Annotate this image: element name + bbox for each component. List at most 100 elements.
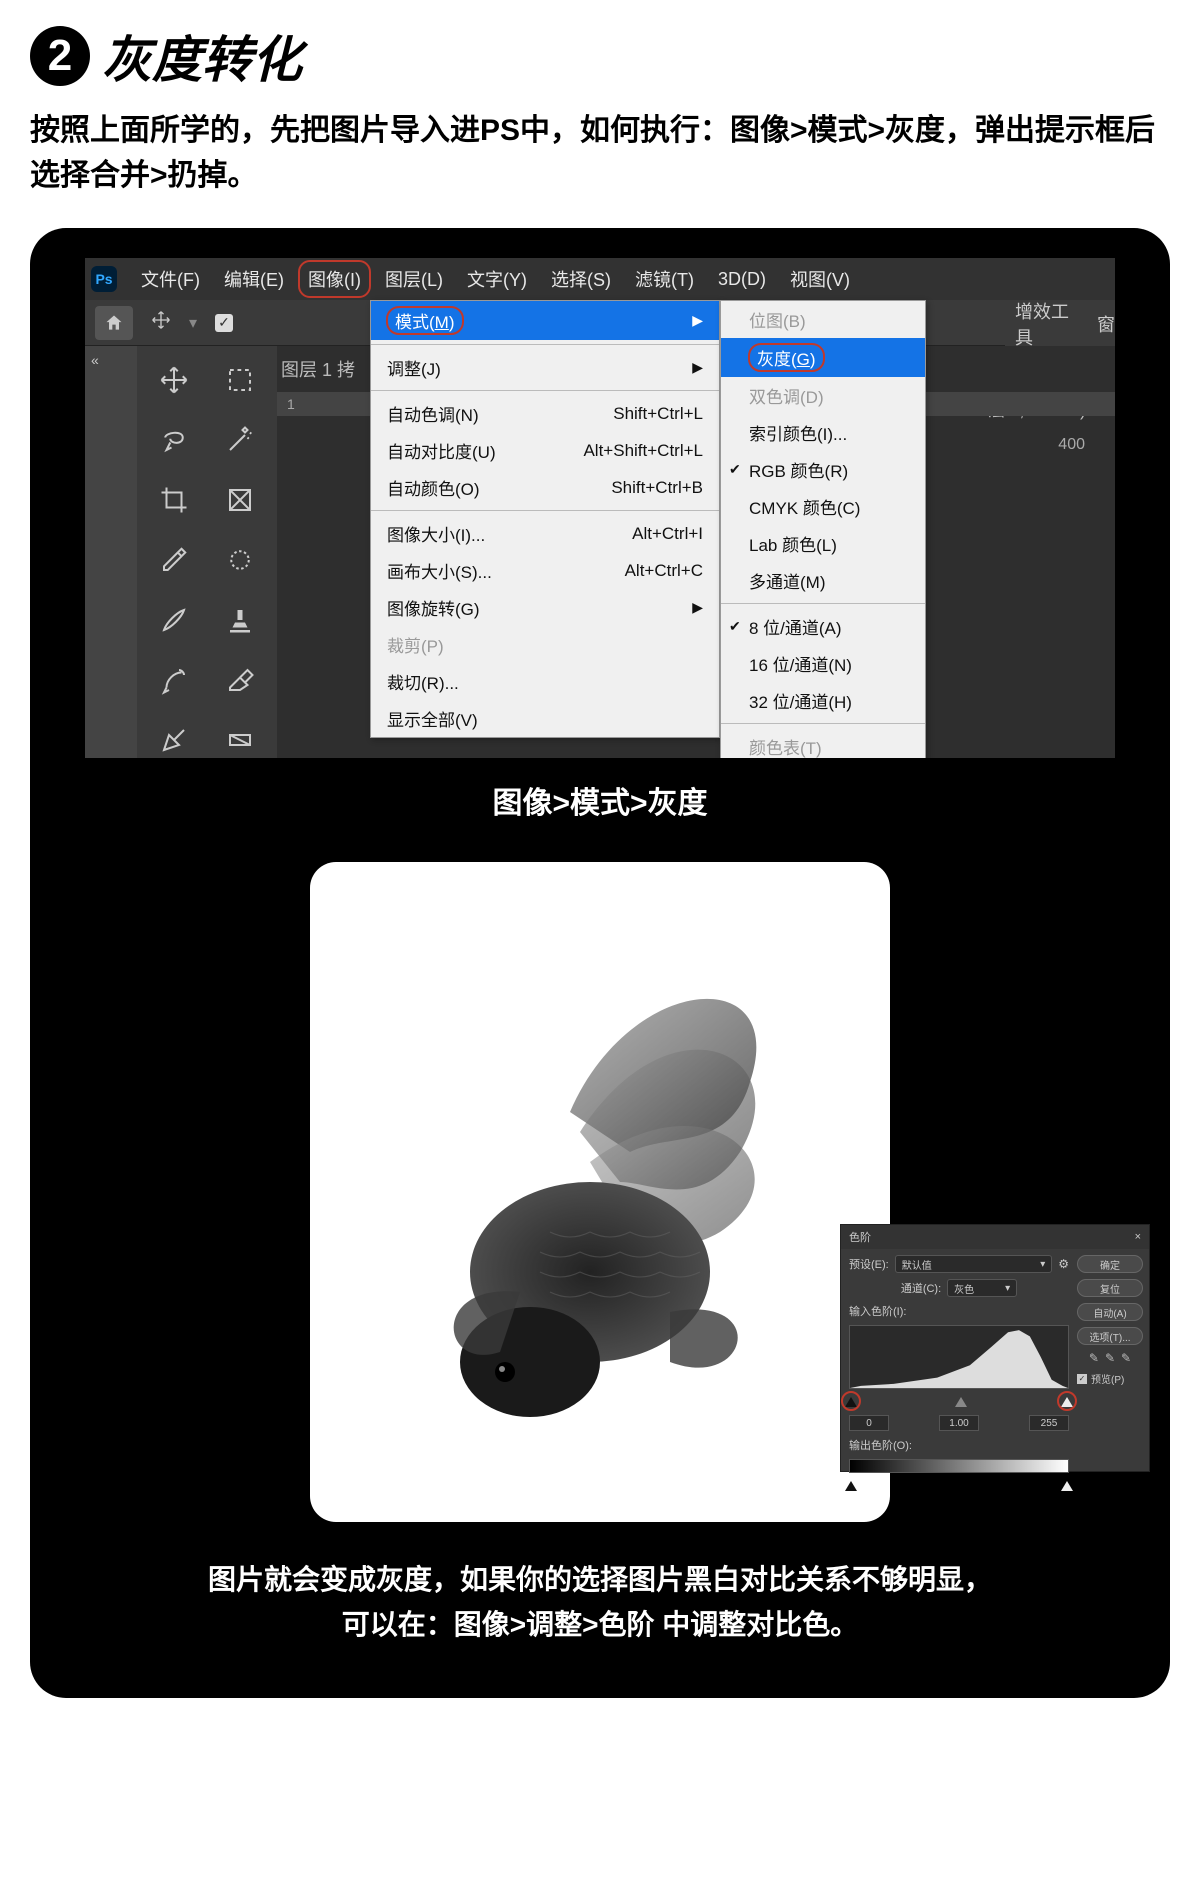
- menu-file[interactable]: 文件(F): [129, 258, 212, 300]
- document-tab[interactable]: 图层 1 拷: [281, 356, 355, 382]
- tool-crop[interactable]: [143, 472, 205, 528]
- mode-bitmap: 位图(B): [721, 301, 925, 338]
- tool-move[interactable]: [143, 352, 205, 408]
- menu-auto-tone-label: 自动色调(N): [387, 401, 479, 426]
- menu-separator: [721, 723, 925, 724]
- mode-grayscale-label: 灰度(G): [749, 344, 824, 371]
- tool-brush[interactable]: [143, 592, 205, 648]
- gear-icon[interactable]: ⚙: [1058, 1257, 1069, 1271]
- levels-preset-row: 预设(E): 默认值▾ ⚙: [849, 1255, 1069, 1273]
- result-image: [310, 862, 890, 1522]
- levels-preview-checkbox[interactable]: ✓ 预览(P): [1077, 1371, 1143, 1386]
- menu-reveal-all[interactable]: 显示全部(V): [371, 700, 719, 737]
- menu-canvas-size[interactable]: 画布大小(S)... Alt+Ctrl+C: [371, 552, 719, 589]
- menu-image-rotation-label: 图像旋转(G): [387, 595, 480, 620]
- step-header-section: 2 灰度转化 按照上面所学的，先把图片导入进PS中，如何执行：图像>模式>灰度，…: [0, 0, 1200, 228]
- mode-32bit[interactable]: 32 位/通道(H): [721, 682, 925, 719]
- mode-indexed[interactable]: 索引颜色(I)...: [721, 414, 925, 451]
- levels-input-label: 输入色阶(I):: [849, 1303, 1069, 1319]
- mode-colortable: 颜色表(T): [721, 728, 925, 758]
- levels-ok-button[interactable]: 确定: [1077, 1255, 1143, 1273]
- mode-rgb[interactable]: RGB 颜色(R): [721, 451, 925, 488]
- levels-input-black[interactable]: 0: [849, 1415, 889, 1431]
- levels-preset-select[interactable]: 默认值▾: [895, 1255, 1053, 1273]
- tool-stamp[interactable]: [209, 592, 271, 648]
- levels-title: 色阶: [849, 1229, 871, 1245]
- mode-duotone: 双色调(D): [721, 377, 925, 414]
- tool-patch[interactable]: [209, 532, 271, 588]
- levels-channel-row: 通道(C): 灰色▾: [849, 1279, 1069, 1297]
- ps-side-collapse[interactable]: «: [85, 346, 137, 758]
- levels-input-white[interactable]: 255: [1029, 1415, 1069, 1431]
- tool-eyedropper[interactable]: [143, 532, 205, 588]
- levels-auto-button[interactable]: 自动(A): [1077, 1303, 1143, 1321]
- mode-cmyk[interactable]: CMYK 颜色(C): [721, 488, 925, 525]
- step-number-badge: 2: [30, 26, 90, 86]
- tool-history-brush[interactable]: [143, 652, 205, 708]
- levels-histogram: [849, 1325, 1069, 1389]
- options-checkbox[interactable]: ✓: [215, 314, 233, 332]
- home-button[interactable]: [95, 306, 133, 340]
- menu-mode[interactable]: 模式(M) ▶: [371, 301, 719, 340]
- levels-output-label: 输出色阶(O):: [849, 1437, 1069, 1453]
- menu-auto-color[interactable]: 自动颜色(O) Shift+Ctrl+B: [371, 469, 719, 506]
- eyedropper-black-icon[interactable]: ✎: [1089, 1351, 1099, 1365]
- menu-edit[interactable]: 编辑(E): [212, 258, 296, 300]
- mode-multichannel[interactable]: 多通道(M): [721, 562, 925, 599]
- levels-channel-select[interactable]: 灰色▾: [947, 1279, 1017, 1297]
- ps-menubar: Ps 文件(F) 编辑(E) 图像(I) 图层(L) 文字(Y) 选择(S) 滤…: [85, 258, 1115, 300]
- mode-16bit[interactable]: 16 位/通道(N): [721, 645, 925, 682]
- mode-lab[interactable]: Lab 颜色(L): [721, 525, 925, 562]
- caption-breadcrumb: 图像>模式>灰度: [30, 778, 1170, 822]
- mode-8bit[interactable]: 8 位/通道(A): [721, 608, 925, 645]
- menu-view[interactable]: 视图(V): [778, 258, 862, 300]
- mode-grayscale[interactable]: 灰度(G): [721, 338, 925, 377]
- levels-eyedroppers: ✎ ✎ ✎: [1077, 1351, 1143, 1365]
- menu-plugins[interactable]: 增效工具 窗: [1005, 300, 1115, 348]
- menu-reveal-all-label: 显示全部(V): [387, 706, 478, 731]
- levels-titlebar: 色阶 ×: [841, 1225, 1149, 1249]
- tool-gradient[interactable]: [209, 712, 271, 758]
- menu-canvas-size-shortcut: Alt+Ctrl+C: [625, 561, 703, 581]
- levels-input-slider[interactable]: [849, 1397, 1069, 1409]
- levels-options-button[interactable]: 选项(T)...: [1077, 1327, 1143, 1345]
- levels-output-slider[interactable]: [849, 1481, 1069, 1493]
- result-image-wrap: 色阶 × 预设(E): 默认值▾ ⚙ 通道(C): 灰色▾: [240, 862, 960, 1522]
- tool-magic-wand[interactable]: [209, 412, 271, 468]
- tool-pen[interactable]: [143, 712, 205, 758]
- menu-auto-contrast[interactable]: 自动对比度(U) Alt+Shift+Ctrl+L: [371, 432, 719, 469]
- levels-input-mid[interactable]: 1.00: [939, 1415, 979, 1431]
- levels-channel-value: 灰色: [954, 1281, 974, 1296]
- mode-submenu-dropdown: 位图(B) 灰度(G) 双色调(D) 索引颜色(I)... RGB 颜色(R) …: [720, 300, 926, 758]
- tool-frame[interactable]: [209, 472, 271, 528]
- tool-eraser[interactable]: [209, 652, 271, 708]
- menu-auto-contrast-label: 自动对比度(U): [387, 438, 496, 463]
- menu-3d[interactable]: 3D(D): [706, 258, 778, 300]
- highlight-circle-icon: [1057, 1391, 1077, 1411]
- tool-marquee[interactable]: [209, 352, 271, 408]
- menu-auto-tone[interactable]: 自动色调(N) Shift+Ctrl+L: [371, 395, 719, 432]
- menu-layer[interactable]: 图层(L): [373, 258, 455, 300]
- eyedropper-white-icon[interactable]: ✎: [1121, 1351, 1131, 1365]
- highlight-circle-icon: [841, 1391, 861, 1411]
- levels-output-gradient[interactable]: [849, 1459, 1069, 1473]
- menu-type[interactable]: 文字(Y): [455, 258, 539, 300]
- ps-logo-icon: Ps: [91, 266, 117, 292]
- menu-image[interactable]: 图像(I): [296, 258, 373, 300]
- eyedropper-gray-icon[interactable]: ✎: [1105, 1351, 1115, 1365]
- tool-lasso[interactable]: [143, 412, 205, 468]
- levels-close-button[interactable]: ×: [1135, 1231, 1141, 1243]
- submenu-arrow-icon: ▶: [692, 312, 703, 329]
- menu-adjustments[interactable]: 调整(J) ▶: [371, 349, 719, 386]
- move-tool-icon[interactable]: [151, 310, 171, 335]
- levels-dialog: 色阶 × 预设(E): 默认值▾ ⚙ 通道(C): 灰色▾: [840, 1224, 1150, 1472]
- menu-image-size[interactable]: 图像大小(I)... Alt+Ctrl+I: [371, 515, 719, 552]
- levels-input-values: 0 1.00 255: [849, 1415, 1069, 1431]
- menu-window: 窗: [1097, 311, 1115, 337]
- menu-select[interactable]: 选择(S): [539, 258, 623, 300]
- menu-trim[interactable]: 裁切(R)...: [371, 663, 719, 700]
- levels-cancel-button[interactable]: 复位: [1077, 1279, 1143, 1297]
- levels-channel-label: 通道(C):: [901, 1280, 941, 1296]
- menu-filter[interactable]: 滤镜(T): [623, 258, 706, 300]
- menu-image-rotation[interactable]: 图像旋转(G) ▶: [371, 589, 719, 626]
